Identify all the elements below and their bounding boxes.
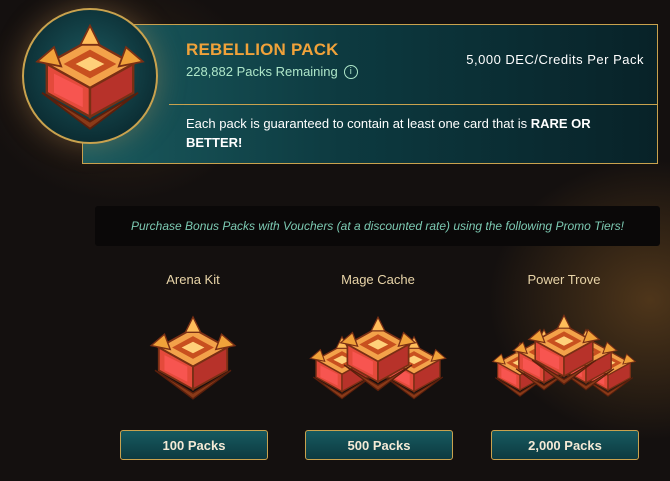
tier-mage-cache: Mage Cache 500 Packs	[298, 272, 458, 460]
buy-power-trove-button[interactable]: 2,000 Packs	[491, 430, 639, 460]
tier-power-trove: Power Trove 2,000 Packs	[484, 272, 644, 460]
rebellion-pack-icon	[22, 8, 158, 144]
power-trove-pack-icon	[484, 310, 644, 400]
pack-title: REBELLION PACK	[186, 40, 339, 59]
tier-name: Power Trove	[527, 272, 601, 287]
header-divider	[169, 104, 657, 105]
packs-remaining: 228,882 Packs Remaining i	[186, 64, 358, 79]
buy-arena-kit-button[interactable]: 100 Packs	[120, 430, 268, 460]
packs-remaining-text: 228,882 Packs Remaining	[186, 64, 338, 79]
arena-kit-pack-icon	[113, 310, 273, 400]
promo-banner: Purchase Bonus Packs with Vouchers (at a…	[95, 206, 660, 246]
tier-name: Mage Cache	[341, 272, 415, 287]
mage-cache-pack-icon	[298, 310, 458, 400]
tier-arena-kit: Arena Kit 100 Packs	[113, 272, 273, 460]
pack-guarantee: Each pack is guaranteed to contain at le…	[186, 114, 626, 152]
tier-name: Arena Kit	[166, 272, 220, 287]
guarantee-text: Each pack is guaranteed to contain at le…	[186, 116, 531, 131]
promo-text: Purchase Bonus Packs with Vouchers (at a…	[130, 219, 625, 233]
info-icon[interactable]: i	[343, 64, 358, 79]
buy-mage-cache-button[interactable]: 500 Packs	[305, 430, 453, 460]
pack-price: 5,000 DEC/Credits Per Pack	[466, 52, 644, 67]
